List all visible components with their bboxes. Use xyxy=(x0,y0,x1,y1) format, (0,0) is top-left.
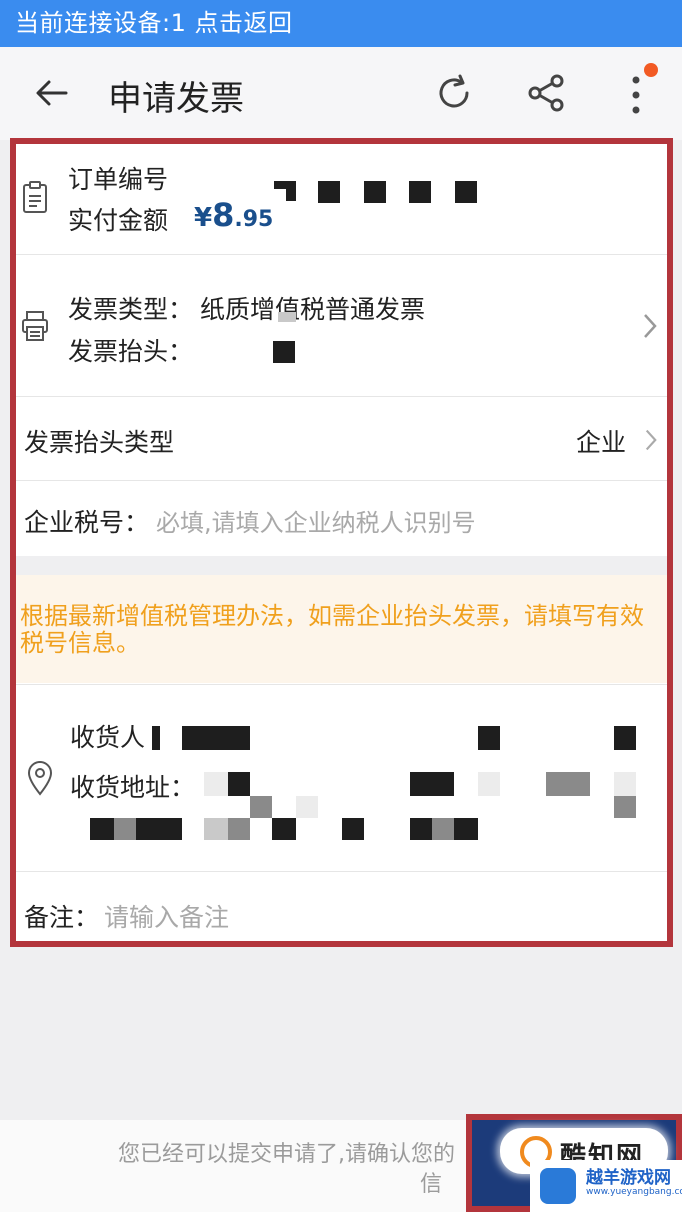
invoice-title-type-label: 发票抬头类型 xyxy=(24,428,175,457)
invoice-title-label: 发票抬头： xyxy=(68,337,194,366)
redacted-order-number xyxy=(318,181,340,203)
redacted-address xyxy=(546,772,590,796)
watermark-site-text: 越羊游戏网 xyxy=(586,1168,671,1188)
receiver-name-label: 收货人 xyxy=(70,723,146,752)
redacted-address xyxy=(204,772,228,796)
redacted-address xyxy=(432,818,454,840)
remark-label: 备注： xyxy=(24,903,100,932)
divider xyxy=(10,871,672,872)
clipboard-icon xyxy=(23,181,47,213)
paid-amount-label: 实付金额 xyxy=(68,206,169,235)
currency-symbol: ¥ xyxy=(194,203,213,233)
invoice-title-type-value[interactable]: 企业 xyxy=(576,423,626,459)
redacted-address xyxy=(342,818,364,840)
paid-amount-value: ¥8.95 xyxy=(194,196,273,234)
redacted-order-number xyxy=(409,181,431,203)
divider xyxy=(10,254,672,255)
redacted-receiver-name xyxy=(152,726,160,750)
redacted-address xyxy=(114,818,136,840)
printer-icon xyxy=(22,311,48,341)
redacted-address xyxy=(410,818,432,840)
redacted-address xyxy=(296,796,318,818)
redacted-address xyxy=(228,772,250,796)
redacted-receiver-phone xyxy=(478,726,500,750)
redacted-order-number xyxy=(364,181,386,203)
chevron-right-icon[interactable] xyxy=(642,312,658,340)
watermark-site-url: www.yueyangbang.com xyxy=(586,1187,682,1197)
amount-integer: 8 xyxy=(212,196,235,234)
section-gap xyxy=(10,556,672,575)
tax-notice-text: 根据最新增值税管理办法，如需企业抬头发票，请填写有效税号信息。 xyxy=(20,602,644,657)
divider xyxy=(10,396,672,397)
redacted-order-number xyxy=(455,181,477,203)
redacted-address xyxy=(90,818,114,840)
submit-hint-text: 您已经可以提交申请了,请确认您的 xyxy=(118,1142,455,1167)
redacted-address xyxy=(250,796,272,818)
location-pin-icon xyxy=(27,761,53,796)
order-number-label: 订单编号 xyxy=(68,165,169,194)
redacted-address xyxy=(136,818,182,840)
redacted-invoice-title xyxy=(273,341,295,363)
more-vertical-icon[interactable] xyxy=(622,73,650,117)
watermark-site-icon xyxy=(540,1168,576,1204)
redacted-address xyxy=(204,818,228,840)
back-arrow-icon[interactable] xyxy=(34,75,70,111)
connected-device-banner[interactable]: 当前连接设备:1 点击返回 xyxy=(0,0,682,47)
redacted-address xyxy=(478,772,500,796)
redacted-address xyxy=(228,818,250,840)
tax-id-label: 企业税号： xyxy=(24,508,150,537)
redacted-order-number xyxy=(274,181,296,189)
redacted-address xyxy=(410,772,454,796)
receiver-address-label: 收货地址： xyxy=(70,773,196,802)
tax-id-input[interactable]: 必填,请填入企业纳税人识别号 xyxy=(156,503,476,538)
share-icon[interactable] xyxy=(526,73,566,113)
redacted-receiver-phone xyxy=(614,726,636,750)
redacted-address xyxy=(454,818,478,840)
notification-dot xyxy=(644,63,658,77)
submit-hint-text-line2: 信 xyxy=(420,1172,443,1197)
divider xyxy=(10,480,672,481)
chevron-right-icon[interactable] xyxy=(644,428,658,452)
invoice-type-label: 发票类型： xyxy=(68,295,194,324)
page-title: 申请发票 xyxy=(108,79,244,119)
invoice-type-value: 纸质增值税普通发票 xyxy=(200,295,426,324)
redacted-invoice-title xyxy=(278,312,296,322)
redacted-receiver-name xyxy=(182,726,250,750)
divider xyxy=(10,684,672,685)
refresh-icon[interactable] xyxy=(434,73,474,113)
amount-decimal: .95 xyxy=(234,207,274,232)
title-bar: 申请发票 xyxy=(0,47,682,140)
remark-input[interactable]: 请输入备注 xyxy=(104,898,229,934)
redacted-address xyxy=(614,772,636,796)
redacted-address xyxy=(614,796,636,818)
redacted-address xyxy=(272,818,296,840)
